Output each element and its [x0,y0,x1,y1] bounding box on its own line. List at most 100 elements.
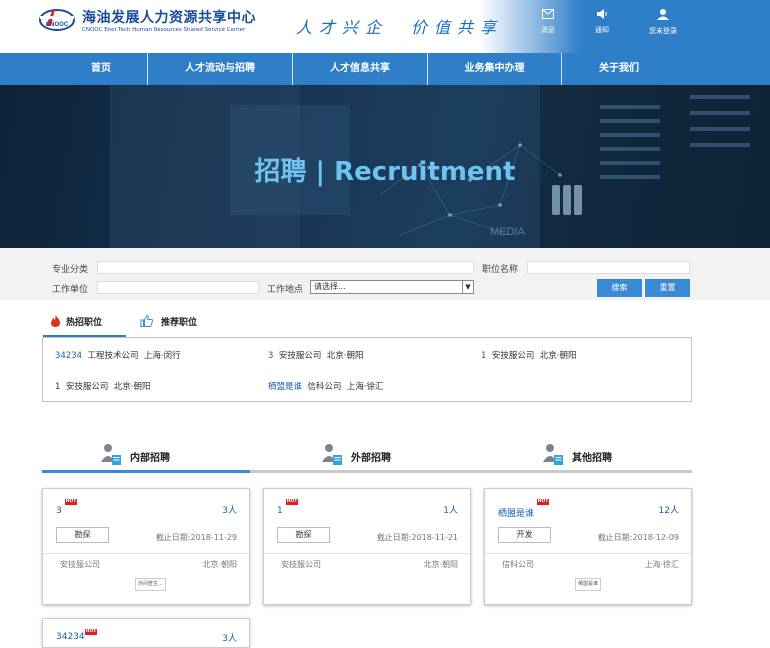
reset-button[interactable]: 重置 [645,279,690,297]
nav-item-business[interactable]: 业务集中办理 [428,53,561,85]
job-deadline: 截止日期:2018-11-29 [155,533,237,542]
main-nav: 首页 人才流动与招聘 人才信息共享 业务集中办理 关于我们 [0,53,770,85]
search-panel: 专业分类 职位名称 工作单位 工作地点 请选择... ▼ 搜索 重置 [0,248,770,300]
nav-item-talent-info[interactable]: 人才信息共享 [293,53,427,85]
message-label: 消息 [541,26,555,34]
hot-job-title[interactable]: 3 [268,351,273,361]
job-card[interactable]: 3 HOT 3人 勘探 截止日期:2018-11-29 安技服公司 北京·朝阳 … [42,488,250,605]
job-company: 信科公司 [502,560,534,569]
position-label: 职位名称 [482,265,519,275]
user-icon [657,9,669,20]
hot-job-title[interactable]: 1 [481,351,486,361]
card-divider [485,553,691,554]
tab-recommended-jobs-label: 推荐职位 [161,318,198,328]
hot-job-location: 北京·朝阳 [113,382,151,392]
job-headcount: 12人 [658,506,679,516]
banner: MEDIA 招聘 | Recruitment [0,85,770,248]
nav-item-talent-recruitment[interactable]: 人才流动与招聘 [148,53,292,85]
hot-job-item[interactable]: 34234 工程技术公司 上海·闵行 [55,349,181,361]
job-title[interactable]: 34234 [56,632,85,642]
card-divider [264,553,470,554]
job-tag: 开发 [498,527,551,543]
recruiter-icon [543,444,563,465]
location-label: 工作地点 [267,285,304,295]
recruiter-icon [101,444,121,465]
hot-job-location: 上海·徐汇 [346,382,384,392]
logo-subtitle: CNOOC Ener.Tech Human Resources Shared S… [82,27,246,33]
slogan: 人才兴企 价值共享 [296,18,504,37]
hot-job-title[interactable]: 栖盟是谁 [268,382,302,392]
banner-title: 招聘 | Recruitment [254,157,516,187]
job-card[interactable]: 34234 HOT 3人 [42,618,250,648]
job-tag: 勘探 [56,527,109,543]
message-button[interactable]: 消息 [533,9,563,35]
login-button[interactable]: 您未登录 [643,9,683,36]
header-icon-background [480,0,770,53]
svg-text:CNOOC: CNOOC [46,22,69,28]
logo-title[interactable]: 海油发展人力资源共享中心 [82,7,256,27]
hot-job-location: 北京·朝阳 [326,351,364,361]
nav-item-home[interactable]: 首页 [55,53,147,85]
hot-badge: HOT [286,499,298,505]
chevron-down-icon: ▼ [462,280,473,294]
job-card[interactable]: 栖盟是谁 HOT 12人 开发 截止日期:2018-12-09 信科公司 上海·… [484,488,692,605]
login-label: 您未登录 [649,27,677,35]
job-location: 北京·朝阳 [202,560,237,569]
hot-jobs-list: 34234 工程技术公司 上海·闵行 3 安技服公司 北京·朝阳 1 安技服公司… [42,335,692,402]
hot-job-title[interactable]: 1 [55,382,60,392]
hot-job-item[interactable]: 栖盟是谁 信科公司 上海·徐汇 [268,380,384,392]
tab-hot-jobs-label: 热招职位 [66,318,103,328]
tab-other-recruitment-label: 其他招聘 [572,453,612,464]
search-button[interactable]: 搜索 [597,279,642,297]
hot-job-item[interactable]: 3 安技服公司 北京·朝阳 [268,349,363,361]
job-location: 上海·徐汇 [644,560,679,569]
nav-item-about[interactable]: 关于我们 [562,53,676,85]
tab-internal-recruitment-label: 内部招聘 [130,453,170,464]
hot-job-item[interactable]: 1 安技服公司 北京·朝阳 [481,349,576,361]
hot-job-title[interactable]: 34234 [55,351,82,361]
category-input[interactable] [97,261,474,274]
job-title[interactable]: 栖盟是谁 [498,506,534,519]
cnooc-logo-icon[interactable]: CNOOC [37,6,77,32]
job-detail-button[interactable]: 外间查生... [135,578,166,591]
site-header: CNOOC 海油发展人力资源共享中心 CNOOC Ener.Tech Human… [0,0,770,53]
hot-badge: HOT [65,499,77,505]
tab-external-recruitment-label: 外部招聘 [351,453,391,464]
banner-deco-text: MEDIA [490,226,526,238]
hot-badge: HOT [537,499,549,505]
recruitment-category-tabs: 内部招聘 外部招聘 其他招聘 [42,440,692,474]
unit-label: 工作单位 [52,285,89,295]
job-location: 北京·朝阳 [423,560,458,569]
job-headcount: 3人 [222,634,237,644]
active-tab-indicator [43,335,126,337]
unit-input[interactable] [97,281,259,294]
hot-job-company: 安技服公司 [65,382,109,392]
job-deadline: 截止日期:2018-11-21 [376,533,458,542]
tab-recommended-jobs[interactable]: 推荐职位 [140,312,197,338]
job-card[interactable]: 1 HOT 1人 勘探 截止日期:2018-11-21 安技服公司 北京·朝阳 [263,488,471,605]
hot-job-location: 上海·闵行 [143,351,181,361]
notification-icon [597,9,607,19]
thumbs-up-icon [140,314,154,327]
job-tag: 勘探 [277,527,330,543]
hot-job-company: 信科公司 [307,382,342,392]
job-title[interactable]: 1 [277,506,283,516]
hot-job-company: 安技服公司 [278,351,322,361]
active-tab-indicator [42,470,250,473]
position-input[interactable] [527,261,690,274]
recruiter-icon [322,444,342,465]
notification-button[interactable]: 通知 [587,9,617,35]
job-deadline: 截止日期:2018-12-09 [597,533,679,542]
location-select[interactable]: 请选择... ▼ [310,280,474,294]
category-label: 专业分类 [52,265,89,275]
hot-job-company: 安技服公司 [491,351,535,361]
job-company: 安技服公司 [281,560,321,569]
hot-badge: HOT [85,629,97,635]
hot-tabs: 热招职位 推荐职位 [42,312,692,338]
fire-icon [51,315,60,327]
job-headcount: 1人 [443,506,458,516]
job-title[interactable]: 3 [56,506,62,516]
job-headcount: 3人 [222,506,237,516]
job-detail-button[interactable]: 栖盟是谁 [575,578,602,591]
hot-job-item[interactable]: 1 安技服公司 北京·朝阳 [55,380,150,392]
